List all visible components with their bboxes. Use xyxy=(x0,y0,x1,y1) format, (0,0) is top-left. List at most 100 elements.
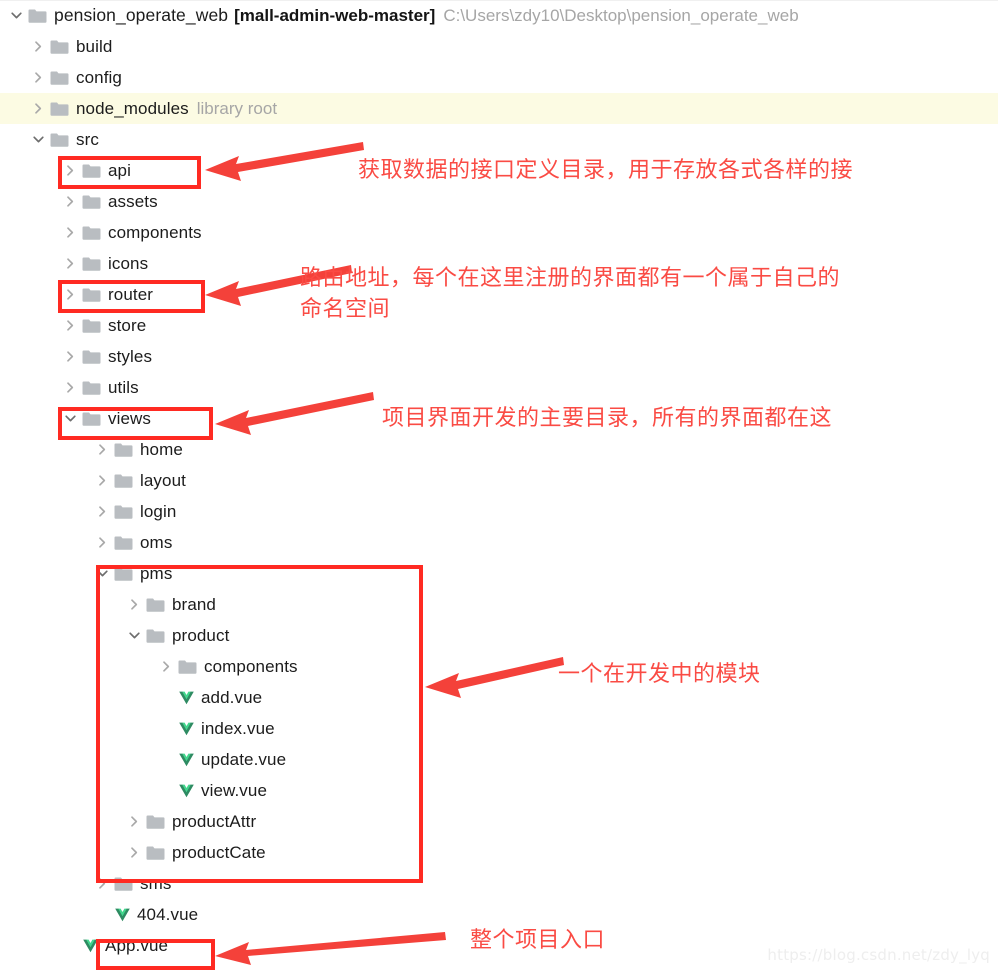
chevron-right-icon[interactable] xyxy=(62,255,79,272)
chevron-right-icon[interactable] xyxy=(126,813,143,830)
folder-icon xyxy=(82,256,101,272)
tree-row-src[interactable]: src xyxy=(0,124,998,155)
chevron-down-icon[interactable] xyxy=(30,131,47,148)
tree-row-pension-operate-web[interactable]: pension_operate_web [mall-admin-web-maste… xyxy=(0,0,998,31)
tree-row-build[interactable]: build xyxy=(0,31,998,62)
chevron-right-icon[interactable] xyxy=(62,379,79,396)
tree-row-home[interactable]: home xyxy=(0,434,998,465)
chevron-down-icon[interactable] xyxy=(94,565,111,582)
tree-row-label: assets xyxy=(108,191,158,211)
folder-icon xyxy=(50,39,69,55)
chevron-right-icon[interactable] xyxy=(62,193,79,210)
chevron-down-icon[interactable] xyxy=(62,410,79,427)
tree-row-label: utils xyxy=(108,377,139,397)
vue-file-icon xyxy=(178,720,195,737)
folder-icon xyxy=(28,8,47,24)
chevron-right-icon[interactable] xyxy=(94,534,111,551)
chevron-right-icon[interactable] xyxy=(62,286,79,303)
tree-row-brand[interactable]: brand xyxy=(0,589,998,620)
chevron-right-icon[interactable] xyxy=(94,441,111,458)
annotation-views: 项目界面开发的主要目录，所有的界面都在这 xyxy=(382,406,833,431)
tree-row-layout[interactable]: layout xyxy=(0,465,998,496)
chevron-down-icon[interactable] xyxy=(8,7,25,24)
chevron-right-icon[interactable] xyxy=(62,162,79,179)
chevron-right-icon[interactable] xyxy=(30,38,47,55)
chevron-right-icon[interactable] xyxy=(94,875,111,892)
tree-row-label: node_modules xyxy=(76,98,189,118)
folder-icon xyxy=(178,659,197,675)
folder-icon xyxy=(50,101,69,117)
folder-icon xyxy=(50,70,69,86)
project-file-tree[interactable]: pension_operate_web [mall-admin-web-maste… xyxy=(0,0,998,961)
tree-row-oms[interactable]: oms xyxy=(0,527,998,558)
tree-twisty-spacer xyxy=(158,782,175,799)
tree-row-label: sms xyxy=(140,873,172,893)
chevron-right-icon[interactable] xyxy=(30,100,47,117)
chevron-down-icon[interactable] xyxy=(126,627,143,644)
chevron-right-icon[interactable] xyxy=(158,658,175,675)
tree-row-label: components xyxy=(108,222,202,242)
tree-row-label: brand xyxy=(172,594,216,614)
tree-row-label: pension_operate_web xyxy=(54,5,229,25)
folder-icon xyxy=(82,411,101,427)
tree-row-pms[interactable]: pms xyxy=(0,558,998,589)
folder-icon xyxy=(114,876,133,892)
chevron-right-icon[interactable] xyxy=(126,844,143,861)
tree-row-label: api xyxy=(108,160,131,180)
tree-row-utils[interactable]: utils xyxy=(0,372,998,403)
tree-twisty-spacer xyxy=(158,751,175,768)
folder-icon xyxy=(114,535,133,551)
tree-row-node-modules[interactable]: node_modules library root xyxy=(0,93,998,124)
chevron-right-icon[interactable] xyxy=(62,224,79,241)
tree-row-label: oms xyxy=(140,532,173,552)
tree-row-label: home xyxy=(140,439,183,459)
tree-row-index-vue[interactable]: index.vue xyxy=(0,713,998,744)
folder-icon xyxy=(82,318,101,334)
vue-file-icon xyxy=(114,906,131,923)
tree-row-update-vue[interactable]: update.vue xyxy=(0,744,998,775)
tree-row-product[interactable]: product xyxy=(0,620,998,651)
folder-icon xyxy=(82,194,101,210)
tree-row-productcate[interactable]: productCate xyxy=(0,837,998,868)
folder-icon xyxy=(114,473,133,489)
tree-row-config[interactable]: config xyxy=(0,62,998,93)
folder-icon xyxy=(146,597,165,613)
folder-icon xyxy=(146,845,165,861)
folder-icon xyxy=(50,132,69,148)
tree-row-label: add.vue xyxy=(201,687,263,707)
tree-row-login[interactable]: login xyxy=(0,496,998,527)
tree-row-sms[interactable]: sms xyxy=(0,868,998,899)
folder-icon xyxy=(82,380,101,396)
tree-row-productattr[interactable]: productAttr xyxy=(0,806,998,837)
tree-row-components[interactable]: components xyxy=(0,217,998,248)
tree-row-label: view.vue xyxy=(201,780,268,800)
tree-twisty-spacer xyxy=(158,720,175,737)
tree-row-add-vue[interactable]: add.vue xyxy=(0,682,998,713)
chevron-right-icon[interactable] xyxy=(30,69,47,86)
tree-row-assets[interactable]: assets xyxy=(0,186,998,217)
chevron-right-icon[interactable] xyxy=(94,472,111,489)
annotation-pms: 一个在开发中的模块 xyxy=(558,662,761,687)
tree-row-label: update.vue xyxy=(201,749,287,769)
chevron-right-icon[interactable] xyxy=(62,348,79,365)
chevron-right-icon[interactable] xyxy=(126,596,143,613)
tree-row-label: styles xyxy=(108,346,153,366)
tree-twisty-spacer xyxy=(158,689,175,706)
tree-row-components[interactable]: components xyxy=(0,651,998,682)
tree-row-label: src xyxy=(76,129,99,149)
tree-row-label: store xyxy=(108,315,147,335)
folder-icon xyxy=(82,287,101,303)
tree-row-label: App.vue xyxy=(105,935,169,955)
vue-file-icon xyxy=(178,782,195,799)
tree-row-label: product xyxy=(172,625,230,645)
tree-row-label: pms xyxy=(140,563,173,583)
tree-row-styles[interactable]: styles xyxy=(0,341,998,372)
tree-twisty-spacer xyxy=(94,906,111,923)
watermark: https://blog.csdn.net/zdy_lyq xyxy=(767,946,990,964)
vue-file-icon xyxy=(178,751,195,768)
tree-row-view-vue[interactable]: view.vue xyxy=(0,775,998,806)
tree-row-label: layout xyxy=(140,470,186,490)
folder-icon xyxy=(82,349,101,365)
chevron-right-icon[interactable] xyxy=(94,503,111,520)
chevron-right-icon[interactable] xyxy=(62,317,79,334)
